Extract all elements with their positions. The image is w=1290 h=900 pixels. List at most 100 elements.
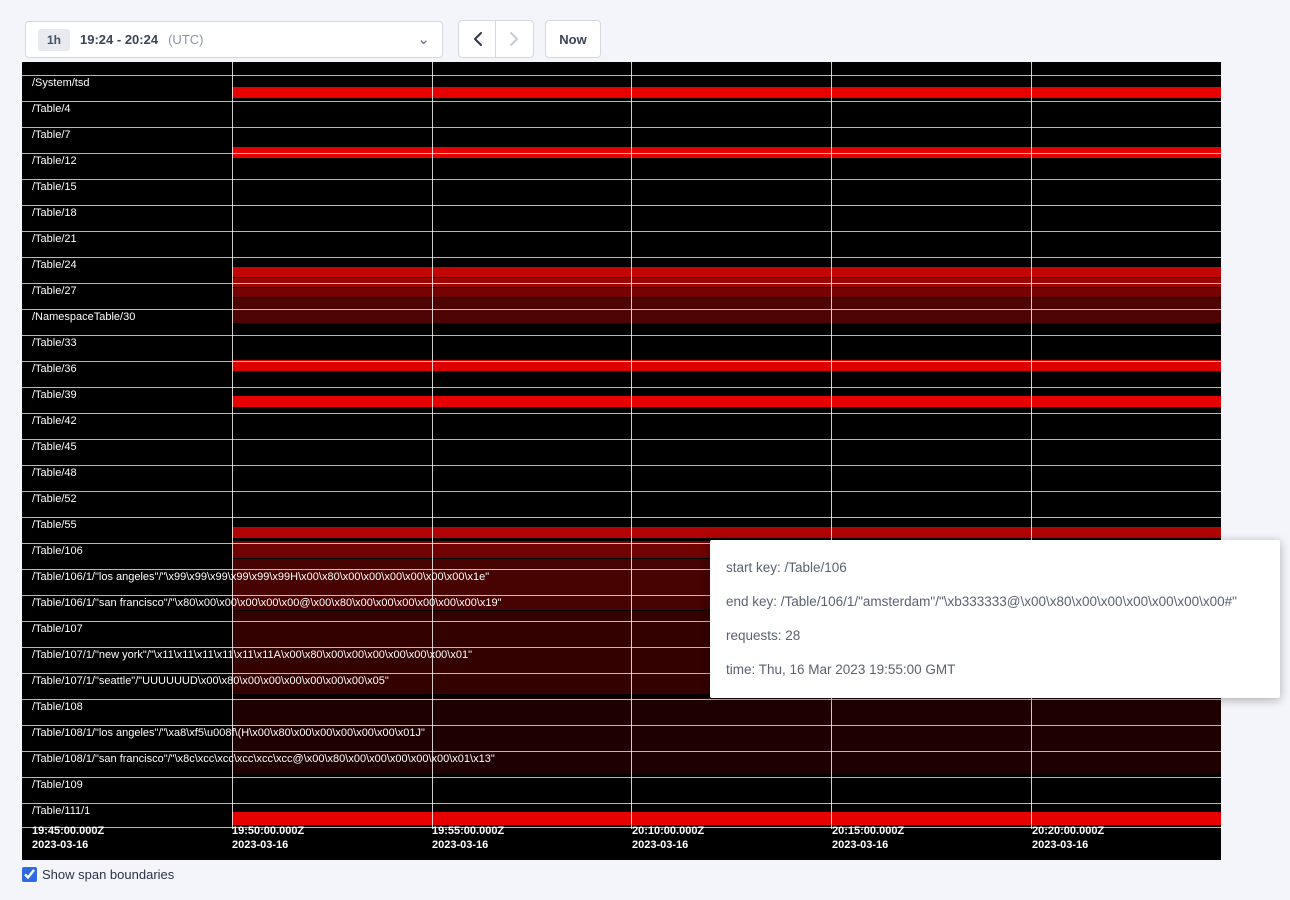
prev-time-button[interactable] (458, 20, 496, 58)
time-preset-badge: 1h (38, 29, 70, 51)
heat-band[interactable] (232, 298, 1221, 323)
time-gridline (1031, 62, 1032, 829)
heat-band[interactable] (232, 87, 1221, 98)
row-label: /Table/27 (32, 285, 77, 297)
x-axis-label: 19:45:00.000Z2023-03-16 (32, 824, 104, 852)
row-label: /Table/15 (32, 181, 77, 193)
row-label: /Table/4 (32, 103, 71, 115)
chevron-left-icon (472, 31, 483, 47)
span-boundary-line (22, 361, 1221, 362)
row-label: /NamespaceTable/30 (32, 311, 135, 323)
show-span-boundaries-toggle[interactable]: Show span boundaries (22, 867, 174, 882)
row-label: /Table/55 (32, 519, 77, 531)
row-label: /Table/106/1/"los angeles"/"\x99\x99\x99… (32, 571, 489, 583)
x-axis-date: 2023-03-16 (1032, 838, 1104, 852)
span-boundary-line (22, 283, 1221, 284)
x-axis-date: 2023-03-16 (232, 838, 304, 852)
row-label: /Table/39 (32, 389, 77, 401)
span-boundary-line (22, 803, 1221, 804)
row-label: /Table/7 (32, 129, 71, 141)
heat-band[interactable] (232, 396, 1221, 407)
x-axis-label: 20:15:00.000Z2023-03-16 (832, 824, 904, 852)
span-boundary-line (22, 309, 1221, 310)
span-boundary-line (22, 387, 1221, 388)
span-boundary-line (22, 153, 1221, 154)
x-axis-date: 2023-03-16 (632, 838, 704, 852)
show-span-boundaries-checkbox[interactable] (22, 867, 37, 882)
chevron-right-icon (509, 31, 520, 47)
x-axis-time: 20:20:00.000Z (1032, 824, 1104, 838)
x-axis-label: 20:10:00.000Z2023-03-16 (632, 824, 704, 852)
time-gridline (631, 62, 632, 829)
span-boundary-line (22, 179, 1221, 180)
span-boundary-line (22, 751, 1221, 752)
next-time-button[interactable] (496, 20, 534, 58)
time-nav-group (458, 20, 534, 58)
x-axis-label: 19:55:00.000Z2023-03-16 (432, 824, 504, 852)
span-boundary-line (22, 335, 1221, 336)
tooltip-requests: requests: 28 (726, 627, 1264, 645)
row-label: /Table/24 (32, 259, 77, 271)
row-label: /Table/33 (32, 337, 77, 349)
heat-band[interactable] (232, 527, 1221, 538)
x-axis-date: 2023-03-16 (32, 838, 104, 852)
x-axis-label: 19:50:00.000Z2023-03-16 (232, 824, 304, 852)
row-label: /Table/45 (32, 441, 77, 453)
x-axis-time: 19:45:00.000Z (32, 824, 104, 838)
time-range-selector[interactable]: 1h 19:24 - 20:24 (UTC) ⌄ (25, 21, 443, 58)
heat-band[interactable] (232, 267, 1221, 277)
heat-band[interactable] (232, 288, 1221, 297)
span-boundary-line (22, 699, 1221, 700)
span-boundary-line (22, 491, 1221, 492)
row-label: /Table/106 (32, 545, 83, 557)
row-label: /Table/42 (32, 415, 77, 427)
row-label: /Table/108/1/"los angeles"/"\xa8\xf5\u00… (32, 727, 425, 739)
time-range-text: 19:24 - 20:24 (80, 32, 158, 47)
row-label: /Table/12 (32, 155, 77, 167)
show-span-boundaries-label: Show span boundaries (42, 867, 174, 882)
span-boundary-line (22, 439, 1221, 440)
x-axis-time: 19:55:00.000Z (432, 824, 504, 838)
x-axis-label: 20:20:00.000Z2023-03-16 (1032, 824, 1104, 852)
chevron-down-icon: ⌄ (417, 35, 430, 45)
timezone-label: (UTC) (168, 32, 203, 47)
now-button[interactable]: Now (545, 20, 601, 58)
x-axis-time: 20:10:00.000Z (632, 824, 704, 838)
row-label: /Table/48 (32, 467, 77, 479)
span-boundary-line (22, 517, 1221, 518)
span-boundary-line (22, 231, 1221, 232)
row-label: /Table/18 (32, 207, 77, 219)
span-boundary-line (22, 75, 1221, 76)
row-label: /Table/108/1/"san francisco"/"\x8c\xcc\x… (32, 753, 495, 765)
x-axis-time: 19:50:00.000Z (232, 824, 304, 838)
span-boundary-line (22, 257, 1221, 258)
row-label: /Table/36 (32, 363, 77, 375)
span-boundary-line (22, 777, 1221, 778)
span-boundary-line (22, 205, 1221, 206)
row-label: /Table/106/1/"san francisco"/"\x80\x00\x… (32, 597, 502, 609)
row-label: /Table/21 (32, 233, 77, 245)
x-axis-date: 2023-03-16 (432, 838, 504, 852)
row-label: /Table/109 (32, 779, 83, 791)
time-gridline (831, 62, 832, 829)
row-label: /System/tsd (32, 77, 89, 89)
tooltip-end-key: end key: /Table/106/1/"amsterdam"/"\xb33… (726, 593, 1264, 611)
x-axis-date: 2023-03-16 (832, 838, 904, 852)
key-visualizer-canvas[interactable]: /System/tsd/Table/4/Table/7/Table/12/Tab… (22, 62, 1221, 860)
tooltip-time: time: Thu, 16 Mar 2023 19:55:00 GMT (726, 661, 1264, 679)
span-boundary-line (22, 465, 1221, 466)
time-gridline (432, 62, 433, 829)
tooltip-start-key: start key: /Table/106 (726, 559, 1264, 577)
row-label: /Table/52 (32, 493, 77, 505)
row-label: /Table/107 (32, 623, 83, 635)
x-axis-time: 20:15:00.000Z (832, 824, 904, 838)
time-gridline (232, 62, 233, 829)
row-label: /Table/108 (32, 701, 83, 713)
row-label: /Table/111/1 (32, 805, 90, 817)
row-label: /Table/107/1/"seattle"/"UUUUUUD\x00\x80\… (32, 675, 389, 687)
span-boundary-line (22, 101, 1221, 102)
span-boundary-line (22, 725, 1221, 726)
hover-tooltip: start key: /Table/106 end key: /Table/10… (710, 540, 1280, 698)
span-boundary-line (22, 413, 1221, 414)
row-label: /Table/107/1/"new york"/"\x11\x11\x11\x1… (32, 649, 472, 661)
